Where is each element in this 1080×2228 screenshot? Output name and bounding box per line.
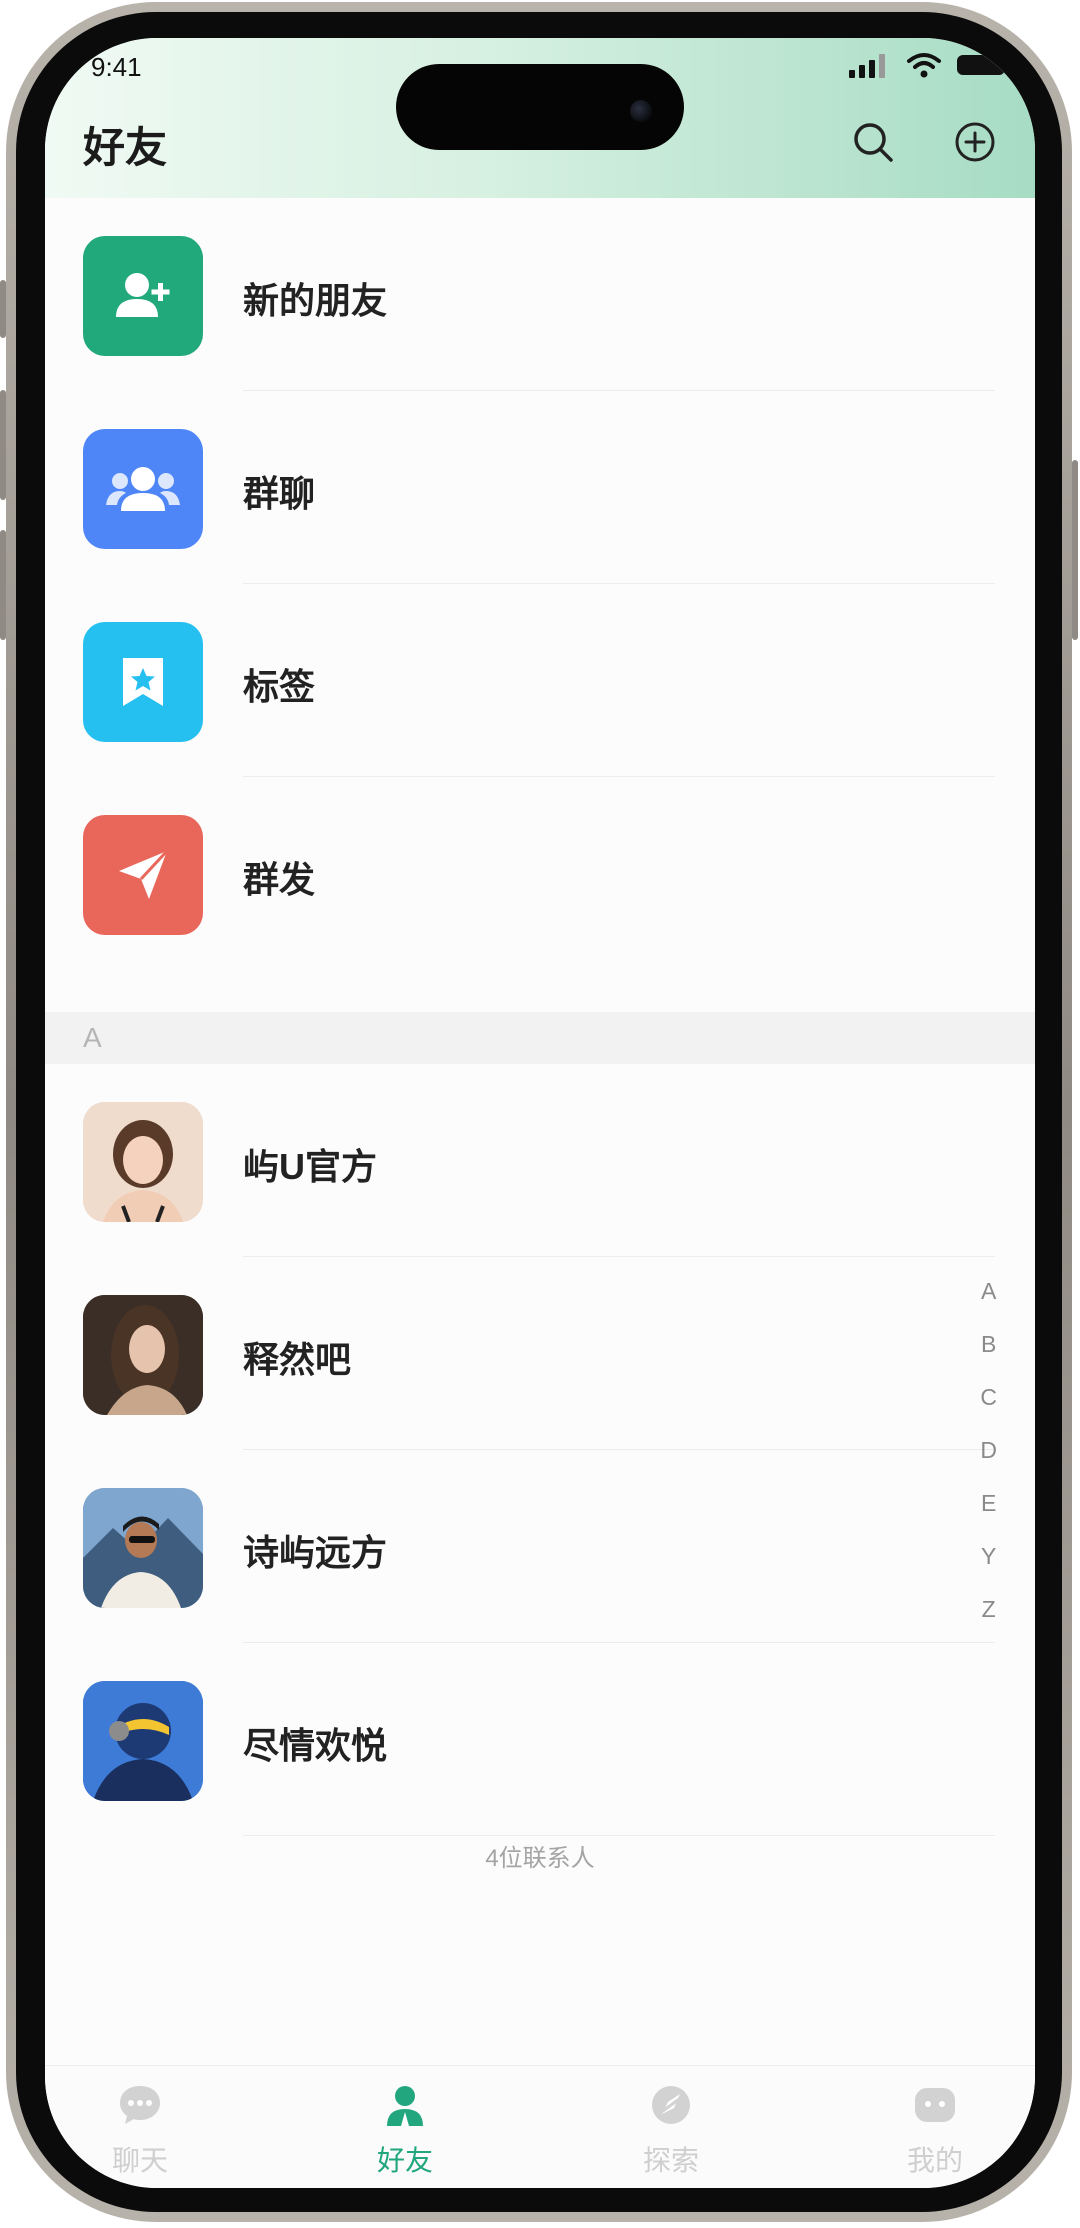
- contact-name: 屿U官方: [243, 1146, 377, 1187]
- profile-icon: [915, 2088, 955, 2122]
- tab-label: 聊天: [111, 2145, 168, 2176]
- tag-icon: [83, 622, 203, 742]
- alphabet-index[interactable]: A B C D E Y Z: [980, 1278, 997, 1623]
- index-letter[interactable]: E: [980, 1490, 997, 1517]
- contact-name: 释然吧: [243, 1339, 352, 1380]
- tab-explore[interactable]: 探索: [581, 2082, 761, 2179]
- contact-count: 4位联系人: [485, 1845, 595, 1872]
- contact-row[interactable]: 诗屿远方: [45, 1450, 1035, 1643]
- signal-icon: [849, 54, 885, 78]
- send-icon: [83, 815, 203, 935]
- search-icon[interactable]: [851, 120, 895, 164]
- friends-list: 新的朋友 群聊 标签 群发 A 屿U官方 释然吧 诗屿远方 尽情欢悦: [45, 198, 1035, 1836]
- tab-chat[interactable]: 聊天: [50, 2082, 230, 2179]
- menu-item-tags[interactable]: 标签: [45, 584, 1035, 777]
- battery-icon: [957, 55, 1011, 75]
- avatar: [83, 1488, 203, 1608]
- group-icon: [83, 429, 203, 549]
- tab-friends[interactable]: 好友: [315, 2082, 495, 2179]
- avatar: [83, 1102, 203, 1222]
- contact-name: 尽情欢悦: [243, 1725, 388, 1766]
- front-camera: [630, 100, 652, 122]
- tab-label: 好友: [376, 2145, 433, 2176]
- index-letter[interactable]: D: [980, 1437, 997, 1464]
- menu-item-group-chat[interactable]: 群聊: [45, 391, 1035, 584]
- section-header: A: [45, 1012, 1035, 1064]
- page-title: 好友: [83, 124, 168, 171]
- tab-label: 探索: [642, 2145, 699, 2176]
- tab-bar: 聊天 好友 探索 我的: [45, 2065, 1035, 2188]
- tab-profile[interactable]: 我的: [845, 2082, 1025, 2179]
- phone-device: 9:41 好友 新的朋友 群聊 标签 群发 A 屿U官方 释然吧 诗屿远方 尽情…: [0, 0, 1080, 2228]
- contact-row[interactable]: 尽情欢悦: [45, 1643, 1035, 1836]
- index-letter[interactable]: B: [980, 1331, 997, 1358]
- friends-icon: [387, 2086, 423, 2126]
- status-time: 9:41: [91, 52, 142, 82]
- avatar: [83, 1681, 203, 1801]
- power-button: [1072, 460, 1078, 640]
- contact-row[interactable]: 屿U官方: [45, 1064, 1035, 1257]
- status-icons: [847, 52, 1015, 78]
- explore-icon: [652, 2086, 690, 2124]
- contact-row[interactable]: 释然吧: [45, 1257, 1035, 1450]
- menu-item-label: 新的朋友: [243, 280, 388, 321]
- divider: [243, 1835, 995, 1836]
- avatar: [83, 1295, 203, 1415]
- section-letter: A: [83, 1022, 102, 1053]
- volume-down-button: [0, 530, 6, 640]
- index-letter[interactable]: Z: [980, 1596, 997, 1623]
- menu-item-label: 群聊: [243, 473, 316, 514]
- add-friend-icon: [83, 236, 203, 356]
- index-letter[interactable]: C: [980, 1384, 997, 1411]
- menu-item-new-friends[interactable]: 新的朋友: [45, 198, 1035, 391]
- wifi-icon: [907, 53, 941, 78]
- add-icon[interactable]: [953, 120, 997, 164]
- action-button: [0, 280, 6, 338]
- chat-icon: [120, 2086, 160, 2124]
- menu-item-broadcast[interactable]: 群发: [45, 777, 1035, 970]
- screen: 9:41 好友 新的朋友 群聊 标签 群发 A 屿U官方 释然吧 诗屿远方 尽情…: [45, 38, 1035, 2188]
- contact-name: 诗屿远方: [243, 1532, 388, 1573]
- volume-up-button: [0, 390, 6, 500]
- tab-label: 我的: [906, 2145, 963, 2176]
- menu-item-label: 群发: [243, 859, 316, 900]
- menu-item-label: 标签: [243, 666, 316, 707]
- index-letter[interactable]: Y: [980, 1543, 997, 1570]
- index-letter[interactable]: A: [980, 1278, 997, 1305]
